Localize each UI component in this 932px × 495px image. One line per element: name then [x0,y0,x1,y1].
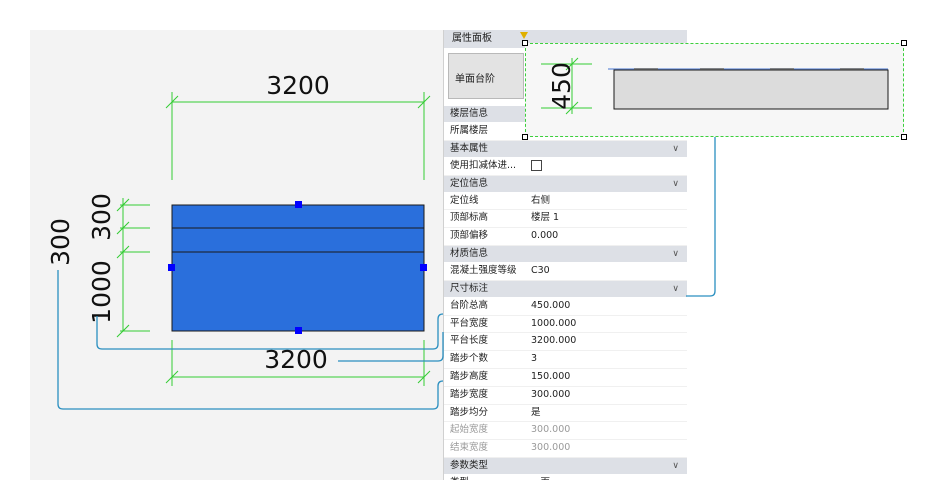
section-title: 尺寸标注 [450,282,489,294]
property-row[interactable]: 混凝土强度等级 C30 [444,263,687,281]
property-key: 混凝土强度等级 [450,264,517,276]
property-value[interactable]: 450.000 [523,298,687,315]
property-value[interactable]: 300.000 [523,440,687,457]
property-value[interactable]: 是 [523,405,687,422]
grip-top[interactable] [295,201,302,208]
property-row[interactable]: 顶部标高 楼层 1 [444,210,687,229]
property-value[interactable]: 3 [523,351,687,368]
property-row[interactable]: 台阶总高 450.000 [444,298,687,316]
resize-handle-br[interactable] [901,134,907,140]
section-header[interactable]: 参数类型 ∨ [444,457,687,475]
property-key: 起始宽度 [450,424,489,436]
section-title: 定位信息 [450,177,489,189]
property-row[interactable]: 定位线 右侧 [444,193,687,211]
drag-marker-icon[interactable] [520,32,528,39]
section-preview[interactable]: 450 [522,40,907,140]
stair-body[interactable] [171,204,425,332]
property-key: 使用扣减体进... [450,159,517,171]
preview-section-shape [613,69,889,110]
property-key: 踏步个数 [450,353,489,365]
dim-bottom-text[interactable]: 3200 [264,345,328,374]
dim-step-height-text[interactable]: 300 [87,193,116,241]
section-header[interactable]: 定位信息 ∨ [444,175,687,193]
drawing-canvas[interactable]: 3200 3200 300 1000 300 [30,30,443,480]
section-header[interactable]: 尺寸标注 ∨ [444,280,687,298]
property-key: 顶部偏移 [450,230,489,242]
property-value[interactable]: 300.000 [523,387,687,404]
property-row[interactable]: 平台宽度 1000.000 [444,316,687,334]
resize-handle-bl[interactable] [522,134,528,140]
chevron-down-icon[interactable]: ∨ [672,246,679,262]
property-row[interactable]: 踏步个数 3 [444,351,687,369]
property-value[interactable]: 楼层 1 [523,210,687,227]
property-key: 结束宽度 [450,442,489,454]
section-header[interactable]: 材质信息 ∨ [444,245,687,263]
section-title: 基本属性 [450,142,489,154]
resize-handle-tr[interactable] [901,40,907,46]
property-row[interactable]: 踏步高度 150.000 [444,369,687,387]
property-row[interactable]: 踏步均分 是 [444,405,687,423]
grip-bottom[interactable] [295,327,302,334]
property-key: 所属楼层 [450,125,489,136]
section-title: 参数类型 [450,459,489,471]
section-preview-drawing: 450 [541,57,889,115]
property-sections: 楼层信息所属楼层基本属性 ∨ 使用扣减体进... 定位信息 ∨ 定位线 右侧顶部标高 楼层 1… [444,106,687,480]
property-key: 平台长度 [450,335,489,347]
chevron-down-icon[interactable]: ∨ [672,281,679,297]
property-value[interactable]: 0.000 [523,228,687,245]
top-dimension [165,92,431,180]
property-value[interactable]: 300.000 [523,422,687,439]
section-header[interactable]: 基本属性 ∨ [444,140,687,158]
dim-top-text[interactable]: 3200 [266,71,330,100]
property-value[interactable] [523,158,687,175]
property-key: 踏步高度 [450,370,489,382]
property-key: 踏步宽度 [450,388,489,400]
property-value[interactable]: 3200.000 [523,333,687,350]
deduct-checkbox[interactable] [531,159,542,171]
dim-step-width-text[interactable]: 300 [46,218,75,266]
property-row[interactable]: 顶部偏移 0.000 [444,228,687,246]
property-key: 踏步均分 [450,406,489,418]
chevron-down-icon[interactable]: ∨ [672,176,679,192]
property-key: 平台宽度 [450,317,489,329]
property-row[interactable]: 起始宽度 300.000 [444,422,687,441]
property-value[interactable]: C30 [523,263,687,280]
chevron-down-icon[interactable]: ∨ [672,141,679,157]
property-row[interactable]: 平台长度 3200.000 [444,333,687,352]
property-row[interactable]: 结束宽度 300.000 [444,440,687,458]
property-key: 顶部标高 [450,212,489,224]
grip-right[interactable] [420,264,427,271]
property-value[interactable]: 150.000 [523,369,687,386]
section-title: 材质信息 [450,247,489,259]
property-row[interactable]: 踏步宽度 300.000 [444,387,687,405]
link-total-height [686,137,716,297]
resize-handle-tl[interactable] [522,40,528,46]
dim-platform-text[interactable]: 1000 [87,260,116,324]
property-value[interactable]: 一面 [523,475,687,480]
section-title: 楼层信息 [450,108,489,119]
preview-height-text[interactable]: 450 [547,62,576,110]
grip-left[interactable] [168,264,175,271]
property-key: 类型 [444,475,523,480]
property-value[interactable]: 1000.000 [523,316,687,333]
property-key: 定位线 [450,194,479,206]
property-value[interactable]: 右侧 [523,193,687,210]
property-row[interactable]: 使用扣减体进... [444,158,687,176]
stair-drawing: 3200 3200 300 1000 300 [46,71,431,386]
chevron-down-icon[interactable]: ∨ [672,458,679,474]
property-key: 台阶总高 [450,299,489,311]
property-row[interactable]: 类型一面 [444,475,687,480]
left-dimension [116,198,150,338]
thumbnail-label: 单面台阶 [448,53,524,99]
